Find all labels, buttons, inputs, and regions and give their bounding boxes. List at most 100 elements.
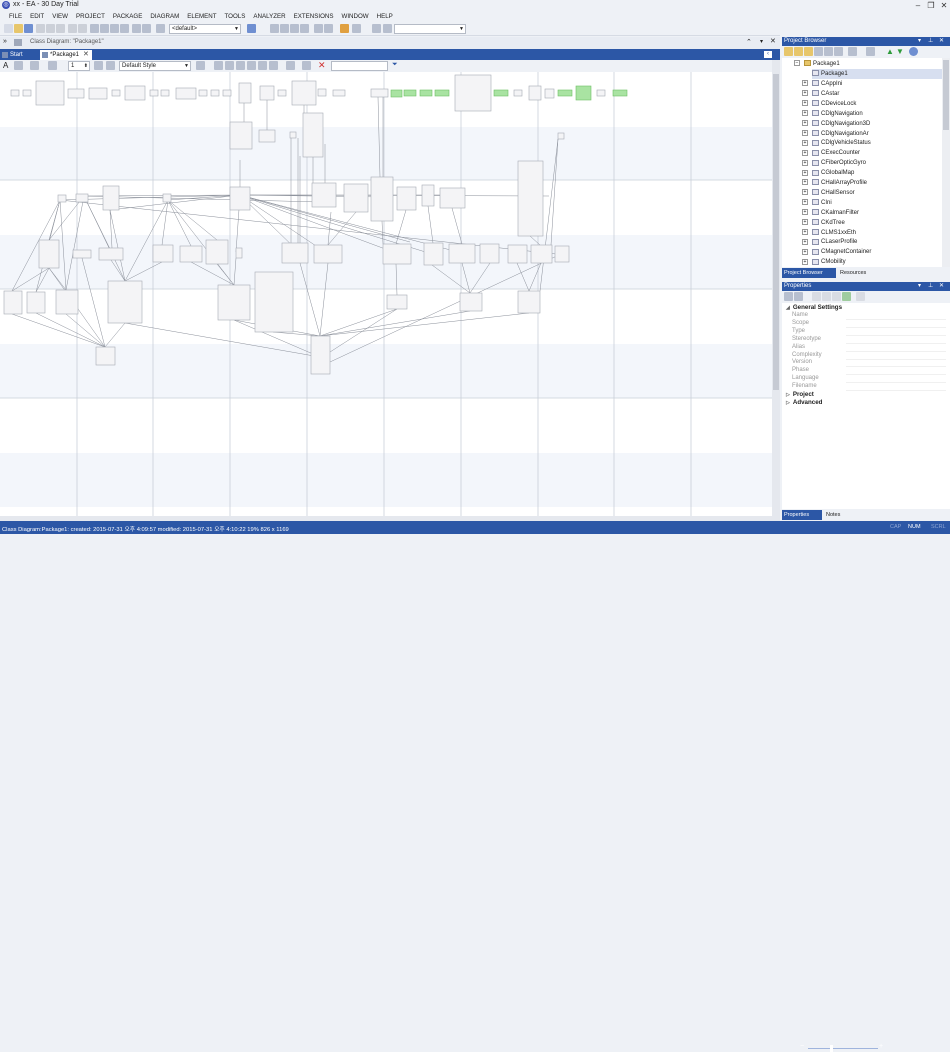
menu-window[interactable]: WINDOW xyxy=(337,11,372,22)
note-box[interactable] xyxy=(612,89,628,97)
text-format-icon[interactable] xyxy=(324,24,333,33)
tree-item-class[interactable]: + CKalmanFilter xyxy=(802,208,859,218)
vertical-scrollbar-thumb[interactable] xyxy=(773,74,779,390)
class-box[interactable] xyxy=(448,243,476,264)
expand-icon[interactable]: + xyxy=(802,159,808,166)
class-box[interactable] xyxy=(454,74,492,112)
expand-icon[interactable]: + xyxy=(802,139,808,146)
expand-icon[interactable]: + xyxy=(802,189,808,196)
class-box[interactable] xyxy=(479,243,500,264)
note-box[interactable] xyxy=(434,89,450,97)
new-diagram-icon[interactable] xyxy=(814,47,823,56)
layout-icon-3[interactable] xyxy=(290,24,299,33)
class-box[interactable] xyxy=(229,121,253,150)
help-icon[interactable] xyxy=(909,47,918,56)
expand-icon[interactable]: + xyxy=(802,169,808,176)
expand-icon[interactable]: + xyxy=(802,100,808,107)
expand-icon[interactable]: + xyxy=(802,80,808,87)
close-icon[interactable]: ✕ xyxy=(939,282,944,291)
class-box[interactable] xyxy=(149,89,159,97)
expand-icon[interactable]: + xyxy=(802,110,808,117)
tree-item-class[interactable]: + CAstar xyxy=(802,89,839,99)
tree-item-class[interactable]: + CDlgVehicleStatus xyxy=(802,138,871,148)
class-box[interactable] xyxy=(198,89,208,97)
class-box[interactable] xyxy=(179,245,203,263)
class-box[interactable] xyxy=(311,182,337,208)
expand-icon[interactable]: + xyxy=(802,238,808,245)
new-package-icon[interactable] xyxy=(784,47,793,56)
class-box[interactable] xyxy=(517,160,544,237)
class-box[interactable] xyxy=(205,239,229,265)
class-box[interactable] xyxy=(254,271,294,333)
expand-icon[interactable]: + xyxy=(802,248,808,255)
brush-icon[interactable] xyxy=(106,61,115,70)
collapse-icon[interactable]: − xyxy=(794,60,800,67)
class-box[interactable] xyxy=(98,247,124,261)
font-color-icon[interactable] xyxy=(14,61,23,70)
class-box[interactable] xyxy=(291,80,317,106)
pin-icon[interactable]: ⊥ xyxy=(928,282,933,291)
tools-icon[interactable] xyxy=(352,24,361,33)
open-folder-icon[interactable] xyxy=(14,24,23,33)
new-diagram-icon[interactable] xyxy=(90,24,99,33)
tree-item-class[interactable]: + CDlgNavigation xyxy=(802,109,863,119)
fill-color-icon[interactable] xyxy=(30,61,39,70)
class-box[interactable] xyxy=(22,89,32,97)
sort-az-icon[interactable] xyxy=(794,292,803,301)
note-box[interactable] xyxy=(493,89,509,97)
class-box[interactable] xyxy=(55,289,79,315)
user-icon[interactable] xyxy=(340,24,349,33)
property-icon-3[interactable] xyxy=(832,292,841,301)
property-section[interactable]: ▷ Advanced xyxy=(786,399,822,406)
zoom-out-button[interactable]: − xyxy=(800,1043,804,1050)
class-box[interactable] xyxy=(557,132,565,140)
class-box[interactable] xyxy=(160,89,170,97)
tree-item-class[interactable]: + CMobility xyxy=(802,257,846,267)
move-down-icon[interactable]: ▼ xyxy=(896,47,904,56)
class-box[interactable] xyxy=(332,89,346,97)
menu-view[interactable]: VIEW xyxy=(48,11,72,22)
class-box[interactable] xyxy=(421,184,435,207)
property-row[interactable]: Version xyxy=(792,359,812,365)
settings-icon[interactable] xyxy=(834,47,843,56)
new-folder-icon[interactable] xyxy=(794,47,803,56)
close-icon[interactable]: ✕ xyxy=(770,37,776,45)
class-box[interactable] xyxy=(72,249,92,259)
class-box[interactable] xyxy=(259,85,275,101)
align-center-icon[interactable] xyxy=(225,61,234,70)
line-width-spinner[interactable]: 1 ⬍ xyxy=(68,61,90,71)
class-box[interactable] xyxy=(370,88,389,98)
property-icon-5[interactable] xyxy=(856,292,865,301)
view-icon[interactable] xyxy=(372,24,381,33)
new-view-icon[interactable] xyxy=(804,47,813,56)
note-box[interactable] xyxy=(403,89,417,97)
same-size-icon[interactable] xyxy=(269,61,278,70)
class-box[interactable] xyxy=(513,89,523,97)
align-top-icon[interactable] xyxy=(247,61,256,70)
property-row[interactable]: Alias xyxy=(792,344,805,350)
zoom-icon[interactable] xyxy=(302,61,311,70)
class-box[interactable] xyxy=(313,244,343,264)
tab-list-icon[interactable]: ‹ xyxy=(764,51,772,58)
expand-icon[interactable]: + xyxy=(802,219,808,226)
new-element-icon[interactable] xyxy=(824,47,833,56)
print-icon[interactable] xyxy=(100,24,109,33)
tab-project-browser[interactable]: Project Browser xyxy=(782,268,836,278)
workspace-icon[interactable] xyxy=(247,24,256,33)
menu-help[interactable]: HELP xyxy=(373,11,397,22)
menu-tools[interactable]: TOOLS xyxy=(221,11,250,22)
zoom-slider-thumb[interactable] xyxy=(830,1045,833,1052)
class-box[interactable] xyxy=(217,284,251,321)
tree-item-class[interactable]: + CIni xyxy=(802,198,832,208)
class-box[interactable] xyxy=(530,244,553,264)
tree-item-class[interactable]: + CFiberOpticGyro xyxy=(802,158,866,168)
note-box[interactable] xyxy=(557,89,573,97)
class-box[interactable] xyxy=(317,88,327,97)
class-box[interactable] xyxy=(289,131,297,139)
class-box[interactable] xyxy=(544,88,555,99)
view-icon-2[interactable] xyxy=(383,24,392,33)
tab-notes[interactable]: Notes xyxy=(824,510,854,520)
class-box[interactable] xyxy=(238,82,252,104)
class-box[interactable] xyxy=(439,187,466,209)
preview-icon[interactable] xyxy=(120,24,129,33)
